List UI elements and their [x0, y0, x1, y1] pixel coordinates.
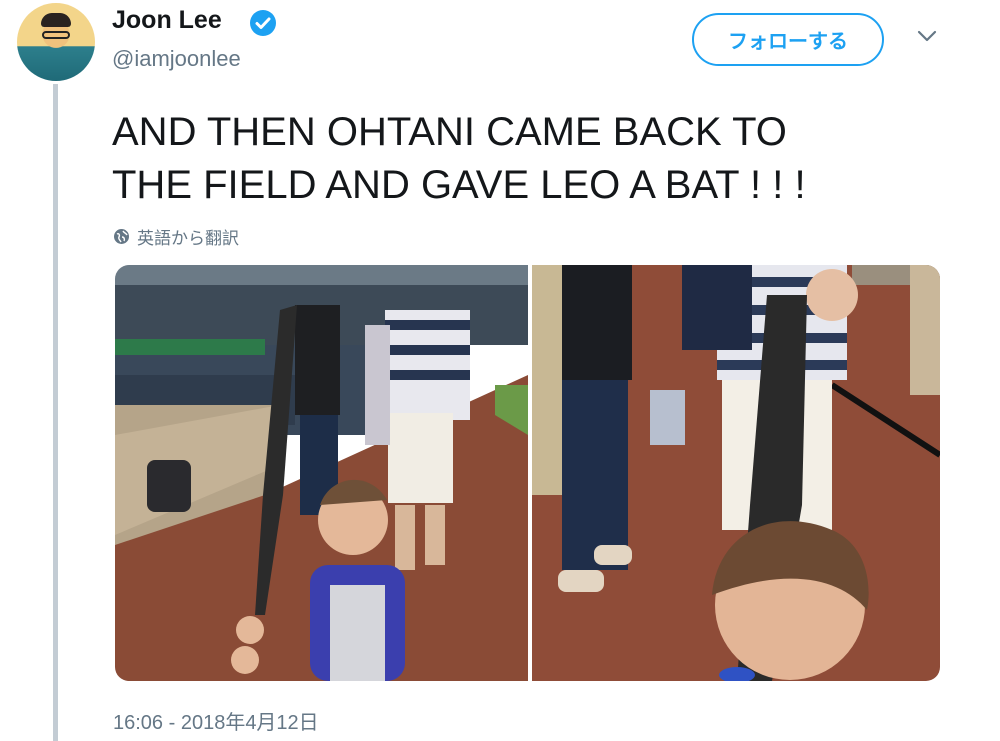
avatar[interactable] — [17, 3, 95, 81]
avatar-hair — [41, 13, 71, 27]
photo-boy-with-bat-closeup[interactable] — [532, 265, 940, 681]
tweet-timestamp[interactable]: 16:06 - 2018年4月12日 — [113, 706, 319, 735]
verified-check-icon — [250, 10, 276, 36]
tweet-text-line: THE FIELD AND GAVE LEO A BAT ! ! ! — [112, 163, 806, 207]
follow-button[interactable]: フォローする — [692, 13, 884, 66]
tweet-media[interactable] — [115, 265, 940, 681]
translate-link[interactable]: 英語から翻訳 — [113, 224, 239, 249]
chevron-down-icon[interactable] — [916, 29, 938, 43]
tweet-text: AND THEN OHTANI CAME BACK TO THE FIELD A… — [112, 106, 962, 212]
author-handle[interactable]: @iamjoonlee — [112, 46, 241, 72]
translate-label: 英語から翻訳 — [137, 229, 239, 248]
globe-icon — [114, 229, 129, 244]
author-name[interactable]: Joon Lee — [112, 6, 222, 35]
tweet-text-line: AND THEN OHTANI CAME BACK TO — [112, 110, 787, 154]
avatar-glasses — [42, 31, 70, 39]
photo-boy-with-bat-at-ballpark[interactable] — [115, 265, 528, 681]
thread-line — [53, 84, 58, 741]
